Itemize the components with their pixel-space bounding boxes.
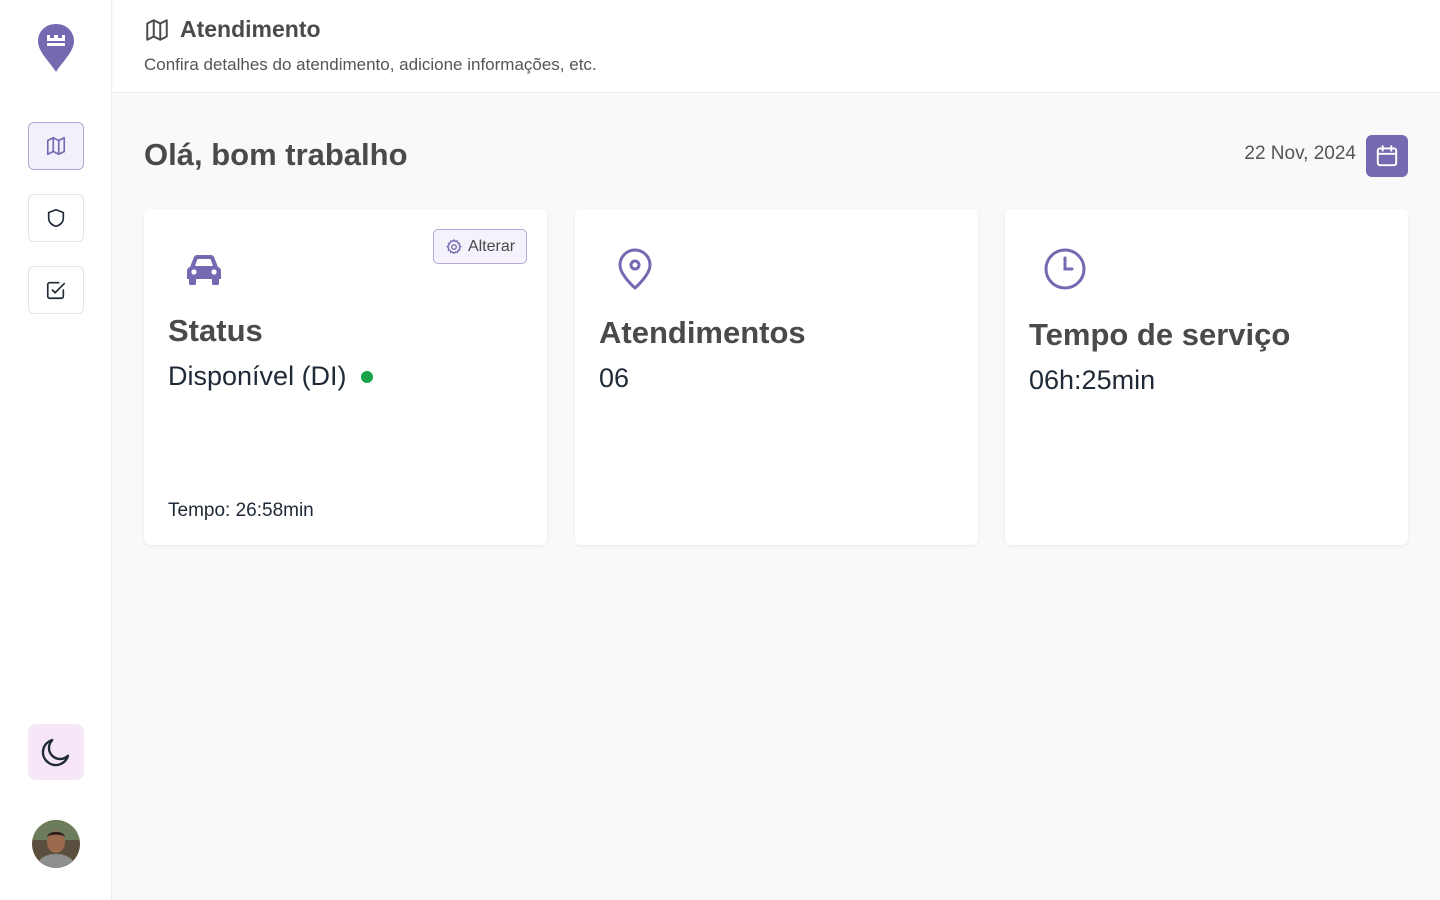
moon-icon <box>41 738 70 767</box>
nav-map-button[interactable] <box>28 122 84 170</box>
map-icon <box>46 136 66 156</box>
theme-toggle-button[interactable] <box>28 724 84 780</box>
alterar-status-button[interactable]: Alterar <box>433 229 527 264</box>
clock-icon <box>1044 248 1086 290</box>
status-available-dot <box>360 370 373 383</box>
status-card: Alterar Status Disponível (DI) Tempo: 26… <box>144 209 547 545</box>
app-logo[interactable] <box>36 22 76 74</box>
user-avatar[interactable] <box>32 820 80 868</box>
alterar-label: Alterar <box>467 237 516 255</box>
sidebar <box>0 0 112 900</box>
avatar-image <box>32 820 80 868</box>
status-value-row: Disponível (DI) <box>168 361 373 392</box>
page-subtitle: Confira detalhes do atendimento, adicion… <box>144 55 597 74</box>
atendimentos-title: Atendimentos <box>599 315 806 350</box>
status-value: Disponível (DI) <box>168 361 347 391</box>
map-pin-icon <box>618 248 652 290</box>
calendar-icon <box>1376 145 1398 167</box>
greeting-heading: Olá, bom trabalho <box>144 137 408 172</box>
atendimentos-value: 06 <box>599 363 630 393</box>
header-title-row: Atendimento <box>144 16 321 43</box>
check-square-icon <box>46 281 66 300</box>
status-title: Status <box>168 313 263 348</box>
current-date: 22 Nov, 2024 <box>1244 143 1356 164</box>
tempo-servico-card: Tempo de serviço 06h:25min <box>1005 209 1408 545</box>
page-header: Atendimento Confira detalhes do atendime… <box>113 0 1440 93</box>
tempo-servico-value: 06h:25min <box>1029 365 1156 395</box>
map-icon <box>146 18 168 41</box>
status-tempo: Tempo: 26:58min <box>168 500 314 521</box>
gear-icon <box>446 238 462 254</box>
nav-shield-button[interactable] <box>28 194 84 242</box>
atendimentos-card: Atendimentos 06 <box>575 209 978 545</box>
car-icon <box>187 255 221 285</box>
nav-tasks-button[interactable] <box>28 266 84 314</box>
calendar-button[interactable] <box>1366 135 1408 177</box>
page-title: Atendimento <box>180 16 321 42</box>
map-pin-logo-icon <box>38 24 74 72</box>
tempo-servico-title: Tempo de serviço <box>1029 317 1291 352</box>
shield-icon <box>47 208 65 228</box>
